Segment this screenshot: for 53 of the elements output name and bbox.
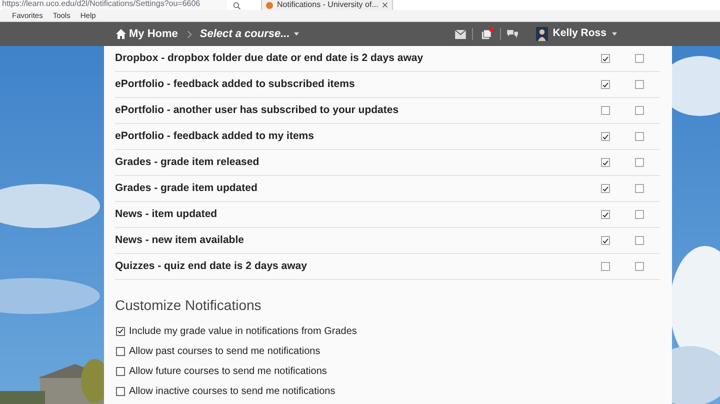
option-label: Allow past courses to send me notifications <box>129 344 320 358</box>
mail-icon[interactable] <box>454 30 466 38</box>
notifications-icon[interactable] <box>480 28 492 40</box>
checkbox[interactable] <box>600 236 610 245</box>
site-icon <box>266 2 273 8</box>
caret-icon <box>612 32 616 36</box>
notification-label: News - item updated <box>115 206 218 222</box>
notification-label: Grades - grade item released <box>115 154 260 170</box>
tab-title: Notifications - University of... <box>277 1 378 9</box>
checkbox[interactable] <box>600 106 610 115</box>
option-label: Allow future courses to send me notifications <box>129 364 327 378</box>
checkbox[interactable] <box>116 366 125 376</box>
checkbox[interactable] <box>116 386 125 396</box>
course-selector[interactable]: Select a course... <box>200 26 299 42</box>
option-label: Include my grade value in notifications from Grades <box>129 324 357 338</box>
checkbox[interactable] <box>634 132 644 141</box>
checkbox[interactable] <box>634 236 644 245</box>
caret-icon <box>294 32 299 36</box>
checkbox[interactable] <box>600 262 610 271</box>
checkbox[interactable] <box>634 210 644 219</box>
notification-label: Grades - grade item updated <box>115 180 258 196</box>
notification-label: Dropbox - dropbox folder due date or end date is 2 days away <box>115 50 424 66</box>
checkbox[interactable] <box>116 346 125 356</box>
checkbox[interactable] <box>600 158 610 167</box>
home-link[interactable]: My Home <box>115 26 178 42</box>
option-label: Allow inactive courses to send me notifications <box>129 384 336 398</box>
checkbox[interactable] <box>634 184 644 193</box>
checkbox[interactable] <box>600 80 610 89</box>
notification-label: Quizzes - quiz end date is 2 days away <box>115 258 308 274</box>
notification-label: ePortfolio - feedback added to subscribed items <box>115 76 356 92</box>
chevron-icon <box>186 30 192 38</box>
avatar-icon <box>536 27 548 41</box>
section-heading: Customize Notifications <box>115 296 262 315</box>
search-icon[interactable] <box>233 2 241 10</box>
browser-tab[interactable]: Notifications - University of... <box>261 0 394 10</box>
home-icon <box>115 28 127 40</box>
checkbox[interactable] <box>634 106 644 115</box>
user-menu[interactable]: Kelly Ross <box>536 26 616 42</box>
close-icon[interactable] <box>382 2 388 8</box>
checkbox[interactable] <box>634 54 644 63</box>
checkbox[interactable] <box>600 54 610 63</box>
checkbox[interactable] <box>116 326 125 336</box>
checkbox[interactable] <box>634 80 644 89</box>
checkbox[interactable] <box>634 262 644 271</box>
checkbox[interactable] <box>600 132 610 141</box>
notification-label: ePortfolio - feedback added to my items <box>115 128 315 144</box>
checkbox[interactable] <box>600 210 610 219</box>
chat-icon[interactable] <box>506 30 518 38</box>
notification-label: ePortfolio - another user has subscribed to your updates <box>115 102 400 118</box>
checkbox[interactable] <box>634 158 644 167</box>
checkbox[interactable] <box>600 184 610 193</box>
notification-label: News - new item available <box>115 232 245 248</box>
address-field[interactable]: https://learn.uco.edu/d2l/Notifications/Settings?ou=6606 <box>2 0 227 10</box>
